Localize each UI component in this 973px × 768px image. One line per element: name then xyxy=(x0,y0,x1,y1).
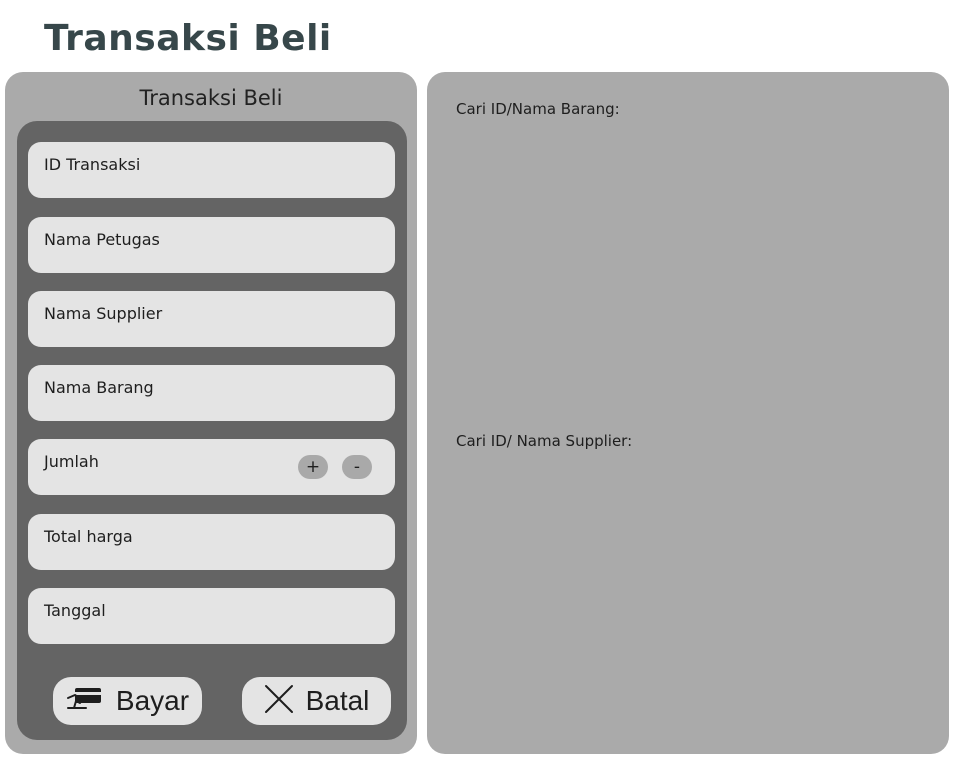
card-payment-icon xyxy=(66,686,104,716)
page: Transaksi Beli Transaksi Beli ID Transak… xyxy=(0,0,973,768)
transaction-panel: Transaksi Beli ID Transaksi Nama Petugas… xyxy=(5,72,417,754)
date-field[interactable]: Tanggal xyxy=(28,588,395,644)
search-panel: Cari ID/Nama Barang: Cari ID/ Nama Suppl… xyxy=(427,72,949,754)
transaction-form: ID Transaksi Nama Petugas Nama Supplier … xyxy=(17,121,407,740)
officer-name-label: Nama Petugas xyxy=(44,230,160,249)
page-title: Transaksi Beli xyxy=(44,18,332,59)
quantity-minus-button[interactable]: - xyxy=(342,455,372,479)
supplier-name-field[interactable]: Nama Supplier xyxy=(28,291,395,347)
date-label: Tanggal xyxy=(44,601,106,620)
quantity-label: Jumlah xyxy=(44,452,99,471)
cancel-button[interactable]: Batal xyxy=(242,677,391,725)
quantity-plus-button[interactable]: + xyxy=(298,455,328,479)
cancel-button-label: Batal xyxy=(305,685,370,716)
item-search-label: Cari ID/Nama Barang: xyxy=(456,100,620,118)
supplier-name-label: Nama Supplier xyxy=(44,304,163,323)
officer-name-field[interactable]: Nama Petugas xyxy=(28,217,395,273)
transaction-id-label: ID Transaksi xyxy=(44,155,141,174)
form-title: Transaksi Beli xyxy=(139,86,283,110)
total-price-field[interactable]: Total harga xyxy=(28,514,395,570)
pay-button-label: Bayar xyxy=(115,685,190,716)
quantity-field[interactable]: Jumlah + - xyxy=(28,439,395,495)
transaction-id-field[interactable]: ID Transaksi xyxy=(28,142,395,198)
pay-button[interactable]: Bayar xyxy=(53,677,202,725)
supplier-search-label: Cari ID/ Nama Supplier: xyxy=(456,432,633,450)
total-price-label: Total harga xyxy=(44,527,133,546)
item-name-label: Nama Barang xyxy=(44,378,154,397)
close-icon xyxy=(264,684,294,718)
item-name-field[interactable]: Nama Barang xyxy=(28,365,395,421)
